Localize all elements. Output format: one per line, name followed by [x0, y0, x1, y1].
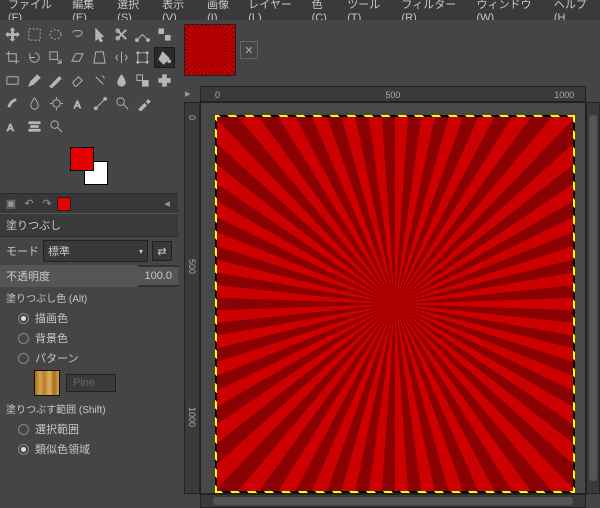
scroll-thumb[interactable]	[589, 115, 597, 481]
fill-area-header: 塗りつぶす範囲 (Shift)	[0, 398, 178, 419]
gradient-tool-icon[interactable]	[2, 70, 23, 91]
canvas-area: ✕ ▸ 0 500 1000 0 500 1000	[178, 20, 600, 508]
ruler-vertical[interactable]: 0 500 1000	[184, 102, 200, 494]
radio-selection-label: 選択範囲	[35, 421, 79, 437]
scroll-thumb[interactable]	[213, 497, 573, 505]
radio-background[interactable]: 背景色	[0, 328, 178, 348]
pattern-swatch-icon[interactable]	[34, 370, 60, 396]
ruler-tick: 1000	[187, 407, 197, 427]
ellipse-select-tool-icon[interactable]	[46, 24, 67, 45]
dodge-tool-icon[interactable]	[46, 93, 67, 114]
color-picker-tool-icon[interactable]	[134, 93, 155, 114]
color-select-tool-icon[interactable]	[154, 24, 175, 45]
paintbrush-tool-icon[interactable]	[46, 70, 67, 91]
radio-similar-label: 類似色領域	[35, 441, 90, 457]
left-pane: A A ▣ ↶ ↷ ◂ 塗りつぶし モード 標準 ▾ ⇄ 不透明度 100.0	[0, 20, 178, 508]
mode-row: モード 標準 ▾ ⇄	[0, 237, 178, 265]
ruler-tick: 0	[215, 90, 220, 100]
mode-label: モード	[6, 243, 39, 259]
chevron-down-icon: ▾	[139, 247, 143, 256]
fill-color-header: 塗りつぶし色 (Alt)	[0, 287, 178, 308]
color-swatches[interactable]	[70, 147, 115, 187]
radio-off-icon	[18, 353, 29, 364]
radio-pattern[interactable]: パターン	[0, 348, 178, 368]
radio-off-icon	[18, 333, 29, 344]
mode-value: 標準	[48, 243, 70, 259]
ink-tool-icon[interactable]	[111, 70, 132, 91]
radio-foreground-label: 描画色	[35, 310, 68, 326]
radio-similar[interactable]: 類似色領域	[0, 439, 178, 459]
crop-tool-icon[interactable]	[2, 47, 23, 68]
canvas-viewport[interactable]	[200, 102, 586, 494]
ruler-horizontal[interactable]: 0 500 1000	[200, 86, 586, 102]
image-thumbnail[interactable]	[184, 24, 236, 76]
ruler-tick: 1000	[554, 90, 574, 100]
zoom-tool-icon[interactable]	[112, 93, 133, 114]
foreground-color-swatch[interactable]	[70, 147, 94, 171]
dock-redo-icon[interactable]: ↷	[39, 196, 55, 212]
radio-off-icon	[18, 424, 29, 435]
opacity-value: 100.0	[138, 267, 178, 285]
blur-tool-icon[interactable]	[24, 93, 45, 114]
radio-pattern-label: パターン	[35, 350, 78, 366]
svg-text:A: A	[74, 100, 81, 111]
scrollbar-vertical[interactable]	[586, 102, 600, 494]
mode-switch-icon[interactable]: ⇄	[152, 241, 172, 261]
dock-tab-icon[interactable]: ▣	[3, 196, 19, 212]
dock-color-icon[interactable]	[57, 197, 71, 211]
scale-tool-icon[interactable]	[46, 47, 67, 68]
dock-menu-icon[interactable]: ◂	[159, 196, 175, 212]
opacity-slider[interactable]: 不透明度 100.0	[0, 265, 178, 287]
pattern-picker[interactable]: Pine	[0, 368, 178, 398]
paths-tool-icon[interactable]	[133, 24, 154, 45]
mode-select[interactable]: 標準 ▾	[43, 240, 148, 262]
flip-tool-icon[interactable]	[111, 47, 132, 68]
rect-select-tool-icon[interactable]	[24, 24, 45, 45]
clone-tool-icon[interactable]	[133, 70, 154, 91]
radio-background-label: 背景色	[35, 330, 68, 346]
opacity-label: 不透明度	[0, 265, 138, 287]
radio-selection[interactable]: 選択範囲	[0, 419, 178, 439]
pattern-name: Pine	[66, 374, 116, 392]
radio-foreground[interactable]: 描画色	[0, 308, 178, 328]
perspective-tool-icon[interactable]	[89, 47, 110, 68]
move-tool-icon[interactable]	[2, 24, 23, 45]
menubar: ファイル(F) 編集(E) 選択(S) 表示(V) 画像(I) レイヤー(L) …	[0, 0, 600, 20]
ruler-tick: 500	[385, 90, 400, 100]
scrollbar-horizontal[interactable]	[200, 494, 586, 508]
canvas[interactable]	[215, 115, 575, 493]
pencil-tool-icon[interactable]	[24, 70, 45, 91]
lasso-tool-icon[interactable]	[67, 24, 88, 45]
ruler-tick: 0	[187, 115, 197, 120]
rotate-tool-icon[interactable]	[24, 47, 45, 68]
text-tool2-icon[interactable]: A	[2, 116, 23, 137]
shear-tool-icon[interactable]	[67, 47, 88, 68]
svg-text:A: A	[7, 123, 14, 134]
eraser-tool-icon[interactable]	[67, 70, 88, 91]
ruler-tick: 500	[187, 259, 197, 274]
radio-on-icon	[18, 444, 29, 455]
dock-undo-icon[interactable]: ↶	[21, 196, 37, 212]
fuzzy-select-tool-icon[interactable]	[89, 24, 110, 45]
heal-tool-icon[interactable]	[154, 70, 175, 91]
image-tab[interactable]: ✕	[184, 24, 258, 76]
dock-tab-bar: ▣ ↶ ↷ ◂	[0, 193, 178, 213]
align-tool-icon[interactable]	[24, 116, 45, 137]
ruler-origin-icon[interactable]: ▸	[185, 87, 199, 101]
toolbox: A A	[0, 20, 178, 143]
radio-on-icon	[18, 313, 29, 324]
canvas-image	[217, 117, 573, 491]
text-tool-icon[interactable]: A	[68, 93, 89, 114]
smudge-tool-icon[interactable]	[2, 93, 23, 114]
close-icon[interactable]: ✕	[240, 41, 258, 59]
tool-options-title: 塗りつぶし	[0, 213, 178, 237]
scissors-tool-icon[interactable]	[111, 24, 132, 45]
zoom-tool2-icon[interactable]	[46, 116, 67, 137]
measure-tool-icon[interactable]	[90, 93, 111, 114]
bucket-fill-tool-icon[interactable]	[154, 47, 175, 68]
cage-tool-icon[interactable]	[133, 47, 154, 68]
airbrush-tool-icon[interactable]	[89, 70, 110, 91]
